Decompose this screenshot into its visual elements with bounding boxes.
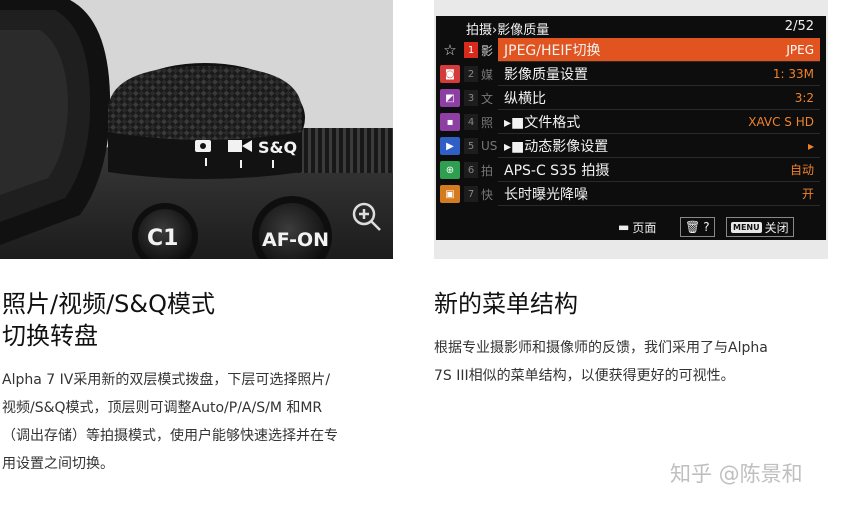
camera-icon: ◙ xyxy=(440,65,460,83)
right-section-body: 根据专业摄影师和摄像师的反馈，我们采用了与Alpha 7S III相似的菜单结构… xyxy=(434,340,768,384)
delete-help-button[interactable]: 🗑? xyxy=(680,217,715,237)
sub-tab[interactable]: 7快 xyxy=(464,182,498,206)
menu-item-list: JPEG/HEIF切换 JPEG 影像质量设置 1: 33M 纵横比 3:2 ▸■文件… xyxy=(498,38,820,206)
sub-tab[interactable]: 4照 xyxy=(464,110,498,134)
watermark: 知乎 @陈景和 xyxy=(670,462,803,486)
menu-item-movie-settings[interactable]: ▸■动态影像设置 ▸ xyxy=(498,134,820,158)
camera-menu-screenshot: 拍摄›影像质量 2/52 ☆ ◙ ◩ ▪ ▶ ⊕ ▣ 1影 2媒 3文 4照 5… xyxy=(434,0,828,259)
c1-button-label: C1 xyxy=(147,226,178,251)
menu-page-indicator: 2/52 xyxy=(784,19,814,34)
right-section-title: 新的菜单结构 xyxy=(434,290,578,318)
menu-breadcrumb: 拍摄›影像质量 xyxy=(466,23,550,38)
sub-tab[interactable]: 3文 xyxy=(464,86,498,110)
playback-icon: ▶ xyxy=(440,137,460,155)
left-section-body: Alpha 7 IV采用新的双层模式拨盘，下层可选择照片/ 视频/S&Q模式，顶… xyxy=(2,372,338,472)
sq-dial-label: S&Q xyxy=(258,138,297,157)
sub-tab[interactable]: 6拍 xyxy=(464,158,498,182)
menu-header: 拍摄›影像质量 2/52 xyxy=(436,16,826,38)
close-menu-button[interactable]: MENU 关闭 xyxy=(726,217,794,237)
tab-focus[interactable]: ▪ xyxy=(436,110,464,134)
camera-menu: 拍摄›影像质量 2/52 ☆ ◙ ◩ ▪ ▶ ⊕ ▣ 1影 2媒 3文 4照 5… xyxy=(436,16,826,240)
tab-shooting[interactable]: ◙ xyxy=(436,62,464,86)
menu-footer: ▬ 页面 🗑? MENU 关闭 xyxy=(436,214,826,240)
af-icon: ▪ xyxy=(440,113,460,131)
menu-key-icon: MENU xyxy=(731,221,762,233)
star-icon[interactable]: ☆ xyxy=(436,38,464,62)
page-button[interactable]: ▬ 页面 xyxy=(618,217,656,237)
dial-icon: ▬ xyxy=(618,220,630,234)
tab-playback[interactable]: ▶ xyxy=(436,134,464,158)
tab-network[interactable]: ⊕ xyxy=(436,158,464,182)
menu-item-jpeg-heif[interactable]: JPEG/HEIF切换 JPEG xyxy=(498,38,820,62)
left-section-title: 照片/视频/S&Q模式 切换转盘 xyxy=(2,290,216,350)
camera-dial-photo: S&Q C1 AF-ON xyxy=(0,0,393,259)
sub-tab[interactable]: 1影 xyxy=(464,38,498,62)
menu-sub-tabs: 1影 2媒 3文 4照 5 US 6拍 7快 xyxy=(464,38,498,206)
network-icon: ⊕ xyxy=(440,161,460,179)
sub-tab[interactable]: 5 US xyxy=(464,134,498,158)
tab-setup[interactable]: ▣ xyxy=(436,182,464,206)
trash-icon: 🗑 xyxy=(685,220,701,234)
exposure-icon: ◩ xyxy=(440,89,460,107)
menu-item-image-quality[interactable]: 影像质量设置 1: 33M xyxy=(498,62,820,86)
menu-main-tabs: ☆ ◙ ◩ ▪ ▶ ⊕ ▣ xyxy=(436,38,464,206)
afon-button-label: AF-ON xyxy=(262,229,329,251)
menu-item-file-format[interactable]: ▸■文件格式 XAVC S HD xyxy=(498,110,820,134)
tab-exposure[interactable]: ◩ xyxy=(436,86,464,110)
toolbox-icon: ▣ xyxy=(440,185,460,203)
sub-tab[interactable]: 2媒 xyxy=(464,62,498,86)
menu-item-apsc-shooting[interactable]: APS-C S35 拍摄 自动 xyxy=(498,158,820,182)
menu-item-aspect-ratio[interactable]: 纵横比 3:2 xyxy=(498,86,820,110)
menu-item-long-exposure-nr[interactable]: 长时曝光降噪开 xyxy=(498,182,820,206)
